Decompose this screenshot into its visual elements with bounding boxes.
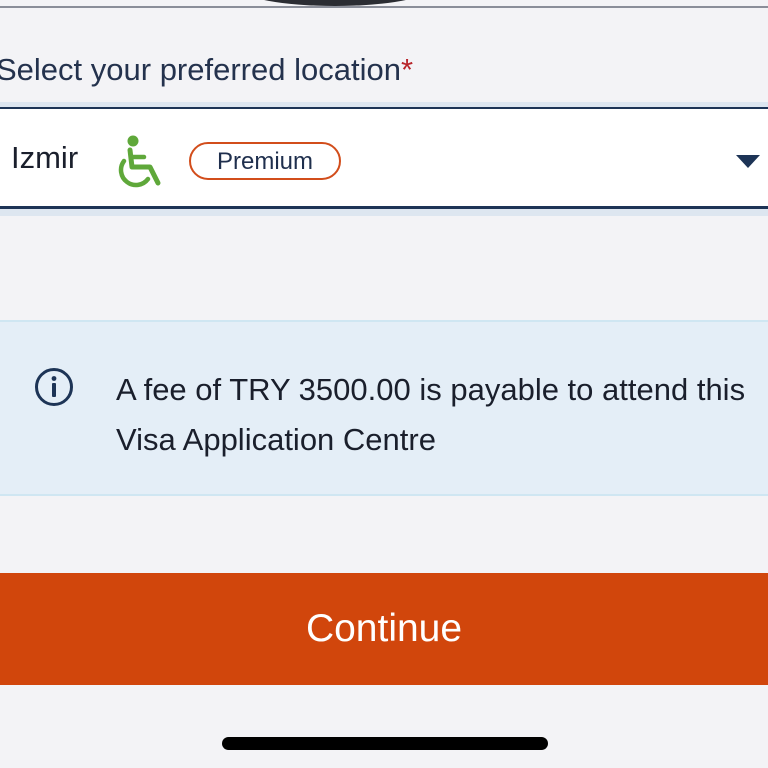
- home-indicator[interactable]: [222, 737, 548, 750]
- selected-location: Izmir: [11, 140, 79, 175]
- info-icon: [35, 368, 73, 406]
- fee-info-notice: A fee of TRY 3500.00 is payable to atten…: [0, 320, 768, 496]
- wheelchair-icon: [118, 135, 161, 188]
- required-marker: *: [400, 52, 414, 87]
- location-select[interactable]: Izmir Premium: [0, 107, 768, 209]
- caret-down-icon[interactable]: [736, 155, 760, 168]
- continue-button[interactable]: Continue: [0, 573, 768, 685]
- location-field-label: Select your preferred location*: [0, 52, 413, 88]
- fee-info-text: A fee of TRY 3500.00 is payable to atten…: [116, 372, 746, 457]
- premium-badge: Premium: [189, 142, 341, 180]
- header-divider: [0, 6, 768, 8]
- location-selection-screen: Select your preferred location* Izmir Pr…: [0, 0, 768, 768]
- location-label-text: Select your preferred location: [0, 52, 401, 87]
